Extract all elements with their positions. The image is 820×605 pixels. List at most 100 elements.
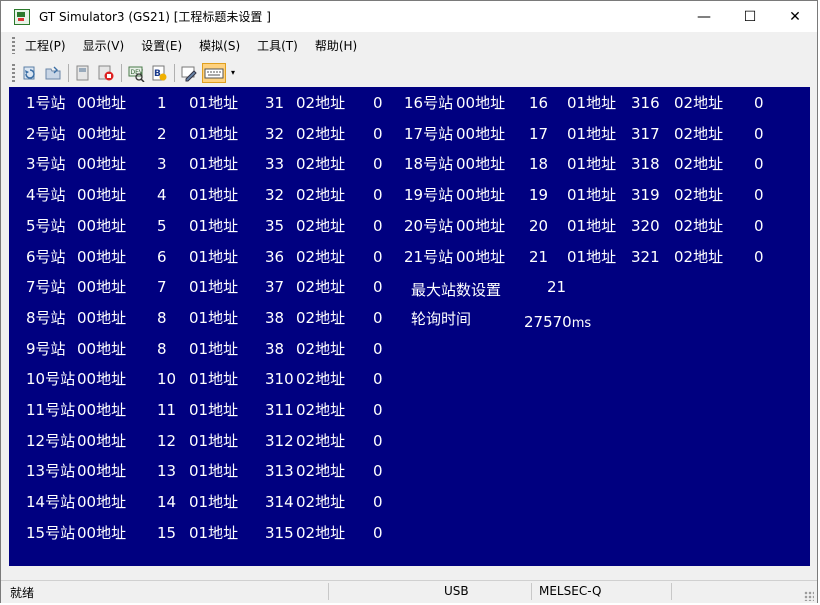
poll-time-readout: 27570ms	[524, 310, 591, 336]
address-01-label: 01地址	[189, 124, 239, 143]
address-02-value: 0	[373, 124, 383, 143]
address-01-label: 01地址	[189, 493, 239, 512]
station-label: 8号站	[26, 308, 66, 327]
address-02-label: 02地址	[296, 186, 346, 205]
address-02-label: 02地址	[674, 216, 724, 235]
stop-icon[interactable]	[74, 64, 92, 82]
address-00-label: 00地址	[77, 186, 127, 205]
address-02-value: 0	[373, 370, 383, 389]
station-label: 6号站	[26, 247, 66, 266]
status-text: 就绪	[10, 586, 35, 600]
address-00-value: 13	[157, 462, 177, 481]
address-01-value: 321	[631, 247, 660, 266]
menu-settings[interactable]: 设置(E)	[141, 37, 182, 54]
address-01-value: 33	[265, 155, 285, 174]
address-00-value: 2	[157, 124, 167, 143]
menu-grip-icon[interactable]	[12, 37, 15, 54]
title-bar[interactable]: GT Simulator3 (GS21) [工程标题未设置 ] — ☐ ✕	[1, 1, 817, 32]
address-01-label: 01地址	[567, 186, 617, 205]
address-00-label: 00地址	[77, 401, 127, 419]
address-00-value: 10	[157, 370, 177, 389]
address-02-value: 0	[373, 431, 383, 450]
toolbar-grip-icon[interactable]	[12, 63, 15, 82]
window-title: GT Simulator3 (GS21) [工程标题未设置 ]	[39, 10, 271, 24]
address-01-value: 32	[265, 186, 285, 205]
address-00-label: 00地址	[77, 155, 127, 174]
address-02-value: 0	[754, 247, 764, 266]
address-02-value: 0	[373, 278, 383, 297]
script-icon[interactable]: B	[150, 64, 168, 82]
address-00-label: 00地址	[77, 216, 127, 235]
menu-tools[interactable]: 工具(T)	[257, 37, 298, 54]
address-00-label: 00地址	[77, 431, 127, 450]
address-00-label: 00地址	[456, 186, 506, 205]
address-01-label: 01地址	[189, 94, 239, 112]
address-01-label: 01地址	[189, 155, 239, 174]
address-02-value: 0	[373, 339, 383, 358]
station-label: 14号站	[26, 493, 76, 512]
address-00-value: 4	[157, 186, 167, 205]
open-icon[interactable]	[44, 64, 62, 82]
address-02-label: 02地址	[296, 308, 346, 327]
minimize-button[interactable]: —	[681, 1, 727, 32]
address-01-label: 01地址	[189, 431, 239, 450]
record-icon[interactable]	[97, 64, 115, 82]
device-monitor-icon[interactable]: DEV	[127, 64, 145, 83]
address-00-value: 5	[157, 216, 167, 235]
address-02-label: 02地址	[296, 124, 346, 143]
address-02-value: 0	[754, 155, 764, 174]
address-01-label: 01地址	[189, 462, 239, 481]
refresh-icon[interactable]	[21, 64, 39, 82]
address-00-label: 00地址	[77, 493, 127, 512]
address-02-value: 0	[373, 186, 383, 205]
station-label: 11号站	[26, 401, 76, 419]
address-00-value: 8	[157, 339, 167, 358]
address-00-label: 00地址	[77, 247, 127, 266]
address-01-value: 319	[631, 186, 660, 205]
address-02-label: 02地址	[296, 339, 346, 358]
toolbar-separator	[68, 63, 69, 82]
address-01-value: 316	[631, 94, 660, 112]
address-00-value: 17	[529, 124, 549, 143]
address-00-value: 14	[157, 493, 177, 512]
toolbar: DEV B ▾	[1, 59, 817, 86]
address-00-label: 00地址	[77, 370, 127, 389]
close-button[interactable]: ✕	[773, 1, 817, 32]
maximize-button[interactable]: ☐	[727, 1, 773, 32]
station-label: 13号站	[26, 462, 76, 481]
address-02-label: 02地址	[296, 155, 346, 174]
keyboard-icon[interactable]	[202, 62, 226, 83]
address-01-value: 320	[631, 216, 660, 235]
station-label: 10号站	[26, 370, 76, 389]
station-label: 3号站	[26, 155, 66, 174]
address-00-label: 00地址	[77, 124, 127, 143]
resize-grip-icon[interactable]	[804, 591, 814, 601]
address-01-value: 37	[265, 278, 285, 297]
menu-simulate[interactable]: 模拟(S)	[199, 37, 240, 54]
address-02-label: 02地址	[674, 155, 724, 174]
edit-icon[interactable]	[180, 64, 198, 82]
toolbar-overflow-icon[interactable]: ▾	[231, 68, 235, 77]
station-label: 2号站	[26, 124, 66, 143]
station-label: 20号站	[404, 216, 454, 235]
address-02-label: 02地址	[296, 94, 346, 112]
address-01-value: 313	[265, 462, 294, 481]
station-label: 16号站	[404, 94, 454, 112]
address-00-value: 16	[529, 94, 549, 112]
address-00-value: 1	[157, 94, 167, 112]
address-02-value: 0	[373, 462, 383, 481]
station-label: 21号站	[404, 247, 454, 266]
address-01-value: 317	[631, 124, 660, 143]
status-divider	[531, 583, 532, 600]
menu-help[interactable]: 帮助(H)	[315, 37, 357, 54]
menu-view[interactable]: 显示(V)	[83, 37, 125, 54]
status-bar: 就绪 USB MELSEC-Q	[1, 580, 817, 603]
address-00-label: 00地址	[77, 278, 127, 297]
address-01-label: 01地址	[567, 124, 617, 143]
station-label: 5号站	[26, 216, 66, 235]
address-02-value: 0	[754, 216, 764, 235]
address-00-value: 3	[157, 155, 167, 174]
menu-project[interactable]: 工程(P)	[25, 37, 66, 54]
toolbar-separator	[121, 63, 122, 82]
address-02-value: 0	[373, 94, 383, 112]
